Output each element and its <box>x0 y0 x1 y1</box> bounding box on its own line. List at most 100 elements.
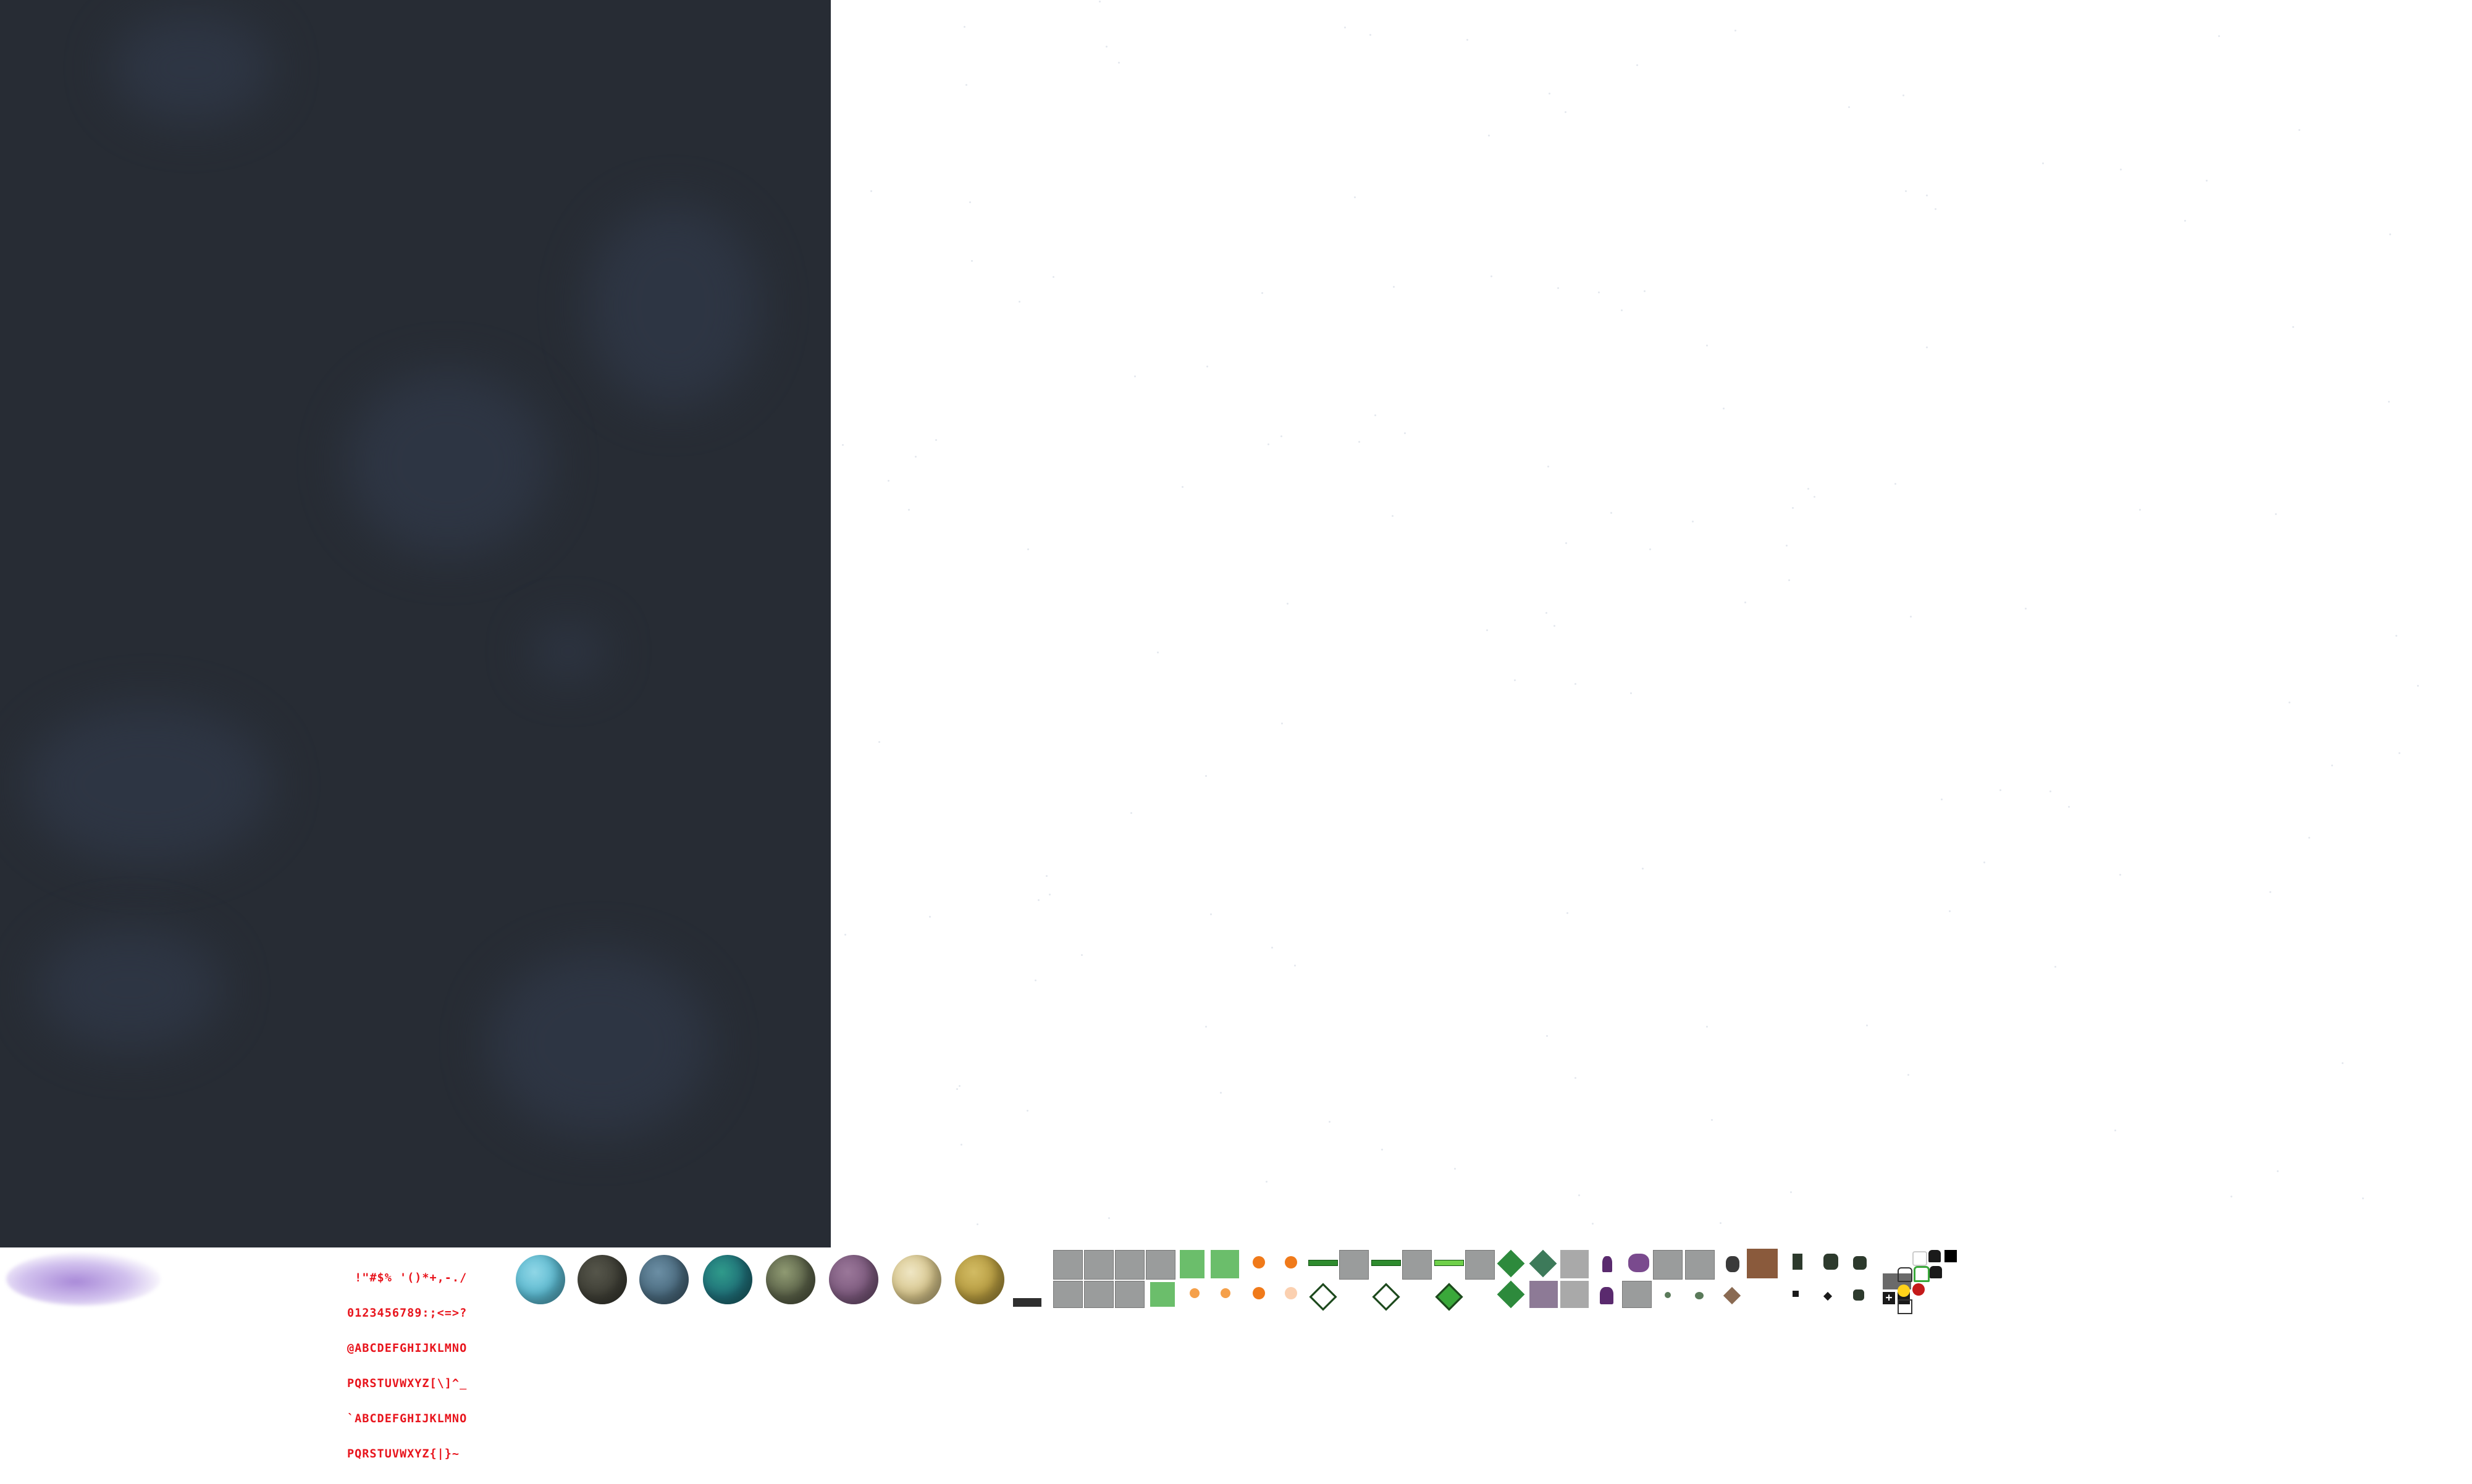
star-dot <box>1935 208 1936 210</box>
star-dot <box>1354 196 1356 198</box>
star-dot <box>2417 685 2419 687</box>
shield-diamond-sprite <box>1529 1249 1557 1278</box>
star-dot <box>1035 979 1036 981</box>
purple-enemy-sprite <box>1600 1287 1613 1304</box>
gray-tile-sprite <box>1653 1250 1683 1280</box>
star-dot <box>1807 488 1809 490</box>
star-dot <box>1926 346 1928 348</box>
star-dot <box>2120 169 2122 170</box>
star-dot <box>1205 775 1207 777</box>
star-dot <box>1649 548 1651 550</box>
star-dot <box>1205 1026 1207 1028</box>
star-dot <box>1547 466 1549 467</box>
star-dot <box>2042 162 2044 164</box>
star-dot <box>1565 111 1566 113</box>
explosion-sprite <box>1285 1287 1297 1299</box>
star-dot <box>1466 39 1468 41</box>
black-lock-icon <box>1930 1266 1942 1278</box>
storm-planet <box>639 1255 689 1304</box>
black-square-icon <box>1944 1250 1957 1262</box>
white-lock-icon <box>1898 1267 1912 1282</box>
star-dot <box>1046 875 1048 877</box>
dark-ship-sprite <box>1853 1256 1867 1270</box>
star-dot <box>1281 723 1283 724</box>
purple-nebula-sprite <box>6 1252 161 1306</box>
star-dot <box>1108 1217 1110 1219</box>
star-dot <box>2362 1197 2364 1199</box>
explosion-sprite <box>1190 1288 1200 1298</box>
starfield-background <box>831 0 2472 1247</box>
lock-icon <box>1928 1250 1941 1262</box>
star-dot <box>1393 286 1395 288</box>
star-dot <box>1369 34 1371 36</box>
bitmap-font-sheet: !"#$% '()*+,-./ 0123456789:;<=>? @ABCDEF… <box>347 1249 514 1460</box>
shield-diamond-sprite <box>1497 1249 1525 1278</box>
t-glyph-icon <box>1898 1299 1912 1314</box>
star-dot <box>929 916 931 918</box>
star-dot <box>2395 635 2397 637</box>
star-dot <box>1983 861 1985 863</box>
star-dot <box>1565 542 1567 544</box>
gray-tile-sprite <box>1053 1281 1083 1308</box>
star-dot <box>1910 616 1912 618</box>
star-dot <box>1566 912 1568 914</box>
small-dot-sprite <box>1823 1291 1833 1301</box>
dark-ship-sprite <box>1726 1256 1739 1272</box>
star-dot <box>1578 1194 1580 1196</box>
star-dot <box>1486 629 1488 631</box>
star-dot <box>977 1223 978 1225</box>
star-dot <box>1790 1191 1792 1193</box>
star-dot <box>1053 276 1054 278</box>
star-dot <box>956 1088 958 1090</box>
star-dot <box>1553 625 1555 627</box>
star-dot <box>1592 1223 1594 1225</box>
star-dot <box>1574 1077 1576 1079</box>
star-dot <box>1949 910 1951 912</box>
gray-tile-sprite <box>1622 1281 1652 1308</box>
ocean-planet <box>516 1255 565 1304</box>
star-dot <box>1549 93 1550 94</box>
gray-tile-sprite <box>1053 1250 1083 1280</box>
star-dot <box>1404 432 1406 434</box>
star-dot <box>1644 290 1646 292</box>
plus-icon: + <box>1883 1292 1895 1304</box>
explosion-sprite <box>1253 1256 1265 1268</box>
star-dot <box>2119 874 2121 876</box>
star-dot <box>1271 947 1273 949</box>
star-dot <box>1392 515 1394 517</box>
star-dot <box>844 934 846 936</box>
font-row: 0123456789:;<=>? <box>347 1307 468 1319</box>
star-dot <box>969 201 971 203</box>
star-dot <box>2342 1062 2344 1064</box>
star-dot <box>2389 233 2391 235</box>
star-dot <box>1220 1092 1222 1094</box>
star-dot <box>1941 799 1943 800</box>
star-dot <box>1642 868 1644 870</box>
star-dot <box>2277 1170 2279 1172</box>
star-dot <box>1280 435 1282 437</box>
star-dot <box>2139 509 2141 511</box>
star-dot <box>971 260 973 262</box>
star-dot <box>1287 603 1289 605</box>
star-dot <box>1610 512 1612 514</box>
dark-bar-sprite <box>1013 1298 1041 1307</box>
white-square-icon <box>1912 1251 1927 1266</box>
star-dot <box>1692 521 1694 522</box>
star-dot <box>1206 366 1208 367</box>
star-dot <box>1792 507 1794 509</box>
star-dot <box>2331 765 2333 766</box>
ring-diamond-sprite <box>1435 1283 1463 1311</box>
star-dot <box>1744 602 1746 603</box>
star-dot <box>1630 692 1632 694</box>
small-dot-sprite <box>1793 1291 1799 1297</box>
gray-tile-sprite <box>1084 1281 1114 1308</box>
gray-tile-sprite <box>1115 1281 1145 1308</box>
star-dot <box>2218 35 2220 37</box>
star-dot <box>1027 548 1029 550</box>
explosion-sprite <box>1253 1287 1265 1299</box>
dark-ship-sprite <box>1823 1254 1838 1270</box>
star-dot <box>1134 375 1136 377</box>
star-dot <box>1905 190 1907 192</box>
star-dot <box>2269 891 2271 893</box>
brown-block-sprite <box>1747 1249 1778 1278</box>
